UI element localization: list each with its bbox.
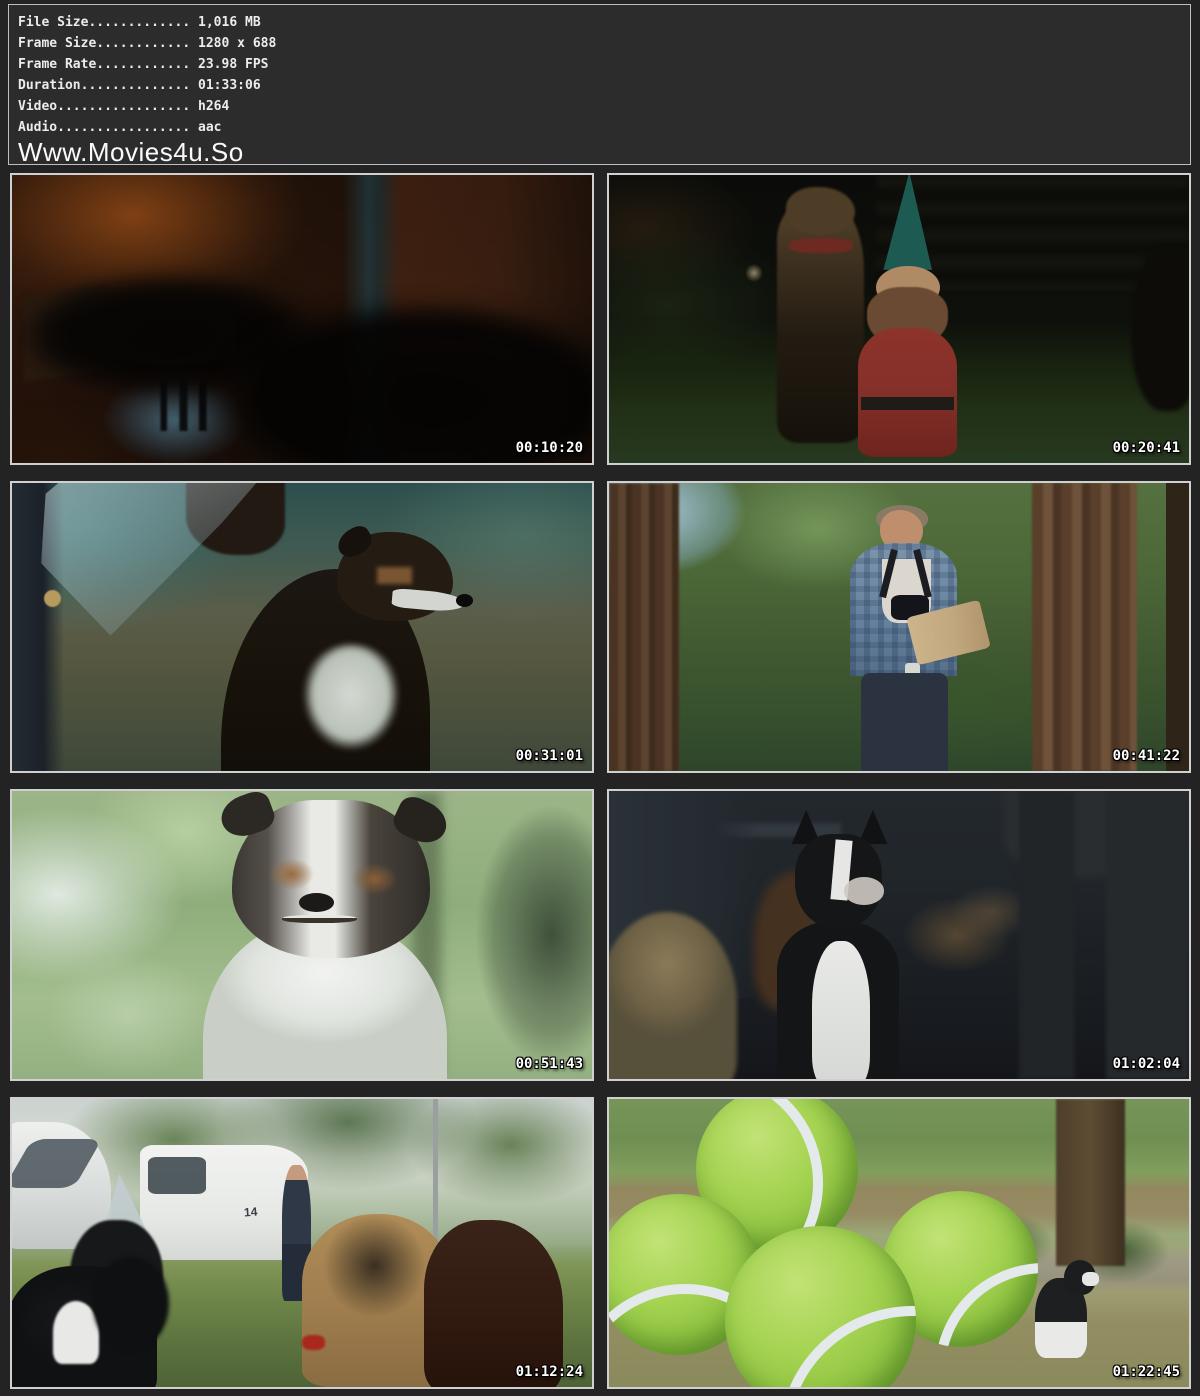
screenshot-thumbnail-4[interactable]: 00:41:22	[607, 481, 1191, 773]
file-info-row-file-size: File Size............. 1,016 MB	[18, 12, 1180, 33]
foreground-shadow-shape	[10, 400, 174, 465]
file-info-label: Frame Rate	[18, 57, 96, 72]
screenshot-thumbnail-8[interactable]: 01:22:45	[607, 1097, 1191, 1389]
aussie-nose-shape	[299, 893, 334, 912]
timestamp-overlay: 00:51:43	[516, 1056, 583, 1072]
file-info-value: 1280 x 688	[198, 36, 276, 51]
tennis-ball-stripe	[935, 1263, 1038, 1347]
pine-trunk-right	[1032, 483, 1136, 771]
file-info-label: Duration	[18, 78, 81, 93]
file-info-leader: .............	[88, 15, 190, 30]
red-toy-shape	[302, 1335, 325, 1349]
file-info-leader: ..............	[81, 78, 191, 93]
file-info-leader: .................	[57, 120, 190, 135]
aussie-nose-shape	[456, 594, 473, 607]
deer-statue-silhouette	[1131, 244, 1191, 411]
man-pants-shape	[861, 673, 948, 771]
tennis-ball-stripe	[779, 1306, 917, 1389]
screenshot-grid: 00:10:20 00:20:41	[10, 173, 1191, 1389]
timestamp-overlay: 00:10:20	[516, 440, 583, 456]
file-info-value: 23.98 FPS	[198, 57, 268, 72]
van-number-label: 14	[244, 1205, 258, 1218]
pine-trunk-left	[609, 483, 679, 771]
file-info-label: Audio	[18, 120, 57, 135]
tree-trunk-shape	[1056, 1099, 1126, 1266]
screenshot-thumbnail-7[interactable]: 14 01:12:24	[10, 1097, 594, 1389]
file-info-row-frame-rate: Frame Rate............ 23.98 FPS	[18, 54, 1180, 75]
dog-collar-shape	[789, 238, 853, 252]
watermark: Www.Movies4u.So	[18, 138, 1180, 167]
gnome-body-shape	[858, 328, 957, 458]
media-info-sheet: File Size............. 1,016 MB Frame Si…	[0, 0, 1200, 1396]
aussie-chest-shape	[296, 644, 406, 773]
timestamp-overlay: 00:41:22	[1113, 748, 1180, 764]
large-dog-legs-shape	[1003, 791, 1191, 1079]
file-info-leader: ............	[96, 36, 190, 51]
file-info-panel: File Size............. 1,016 MB Frame Si…	[8, 4, 1191, 165]
collie-chest-shape	[53, 1301, 99, 1364]
timestamp-overlay: 00:31:01	[516, 748, 583, 764]
terrier-chest-shape	[812, 941, 870, 1081]
screenshot-thumbnail-2[interactable]: 00:20:41	[607, 173, 1191, 465]
file-info-value: 01:33:06	[198, 78, 261, 93]
file-info-label: File Size	[18, 15, 88, 30]
screenshot-thumbnail-1[interactable]: 00:10:20	[10, 173, 594, 465]
screenshot-thumbnail-5[interactable]: 00:51:43	[10, 789, 594, 1081]
file-info-row-video: Video................. h264	[18, 96, 1180, 117]
aussie-tan-patch	[377, 567, 412, 584]
file-info-label: Video	[18, 99, 57, 114]
file-info-value: aac	[198, 120, 221, 135]
black-dog-shape	[93, 1257, 168, 1349]
timestamp-overlay: 01:22:45	[1113, 1364, 1180, 1380]
border-collie-muzzle-shape	[1082, 1272, 1099, 1286]
file-info-label: Frame Size	[18, 36, 96, 51]
pine-trunk-far-right	[1166, 483, 1189, 771]
screenshot-thumbnail-6[interactable]: 01:02:04	[607, 789, 1191, 1081]
van-window-shape	[148, 1157, 206, 1194]
terrier-muzzle-shape	[844, 877, 885, 904]
file-info-row-audio: Audio................. aac	[18, 117, 1180, 138]
file-info-row-duration: Duration.............. 01:33:06	[18, 75, 1180, 96]
gnome-belt-shape	[861, 397, 954, 410]
file-info-value: h264	[198, 99, 229, 114]
screenshot-thumbnail-3[interactable]: 00:31:01	[10, 481, 594, 773]
collar-tag-shape	[44, 590, 61, 607]
file-info-leader: .................	[57, 99, 190, 114]
terrier-head-shape	[786, 187, 856, 236]
file-info-value: 1,016 MB	[198, 15, 261, 30]
file-info-row-frame-size: Frame Size............ 1280 x 688	[18, 33, 1180, 54]
file-info-leader: ............	[96, 57, 190, 72]
timestamp-overlay: 00:20:41	[1113, 440, 1180, 456]
aussie-mouth-shape	[282, 915, 357, 924]
utility-pole-shape	[433, 1099, 439, 1243]
timestamp-overlay: 01:12:24	[516, 1364, 583, 1380]
timestamp-overlay: 01:02:04	[1113, 1056, 1180, 1072]
